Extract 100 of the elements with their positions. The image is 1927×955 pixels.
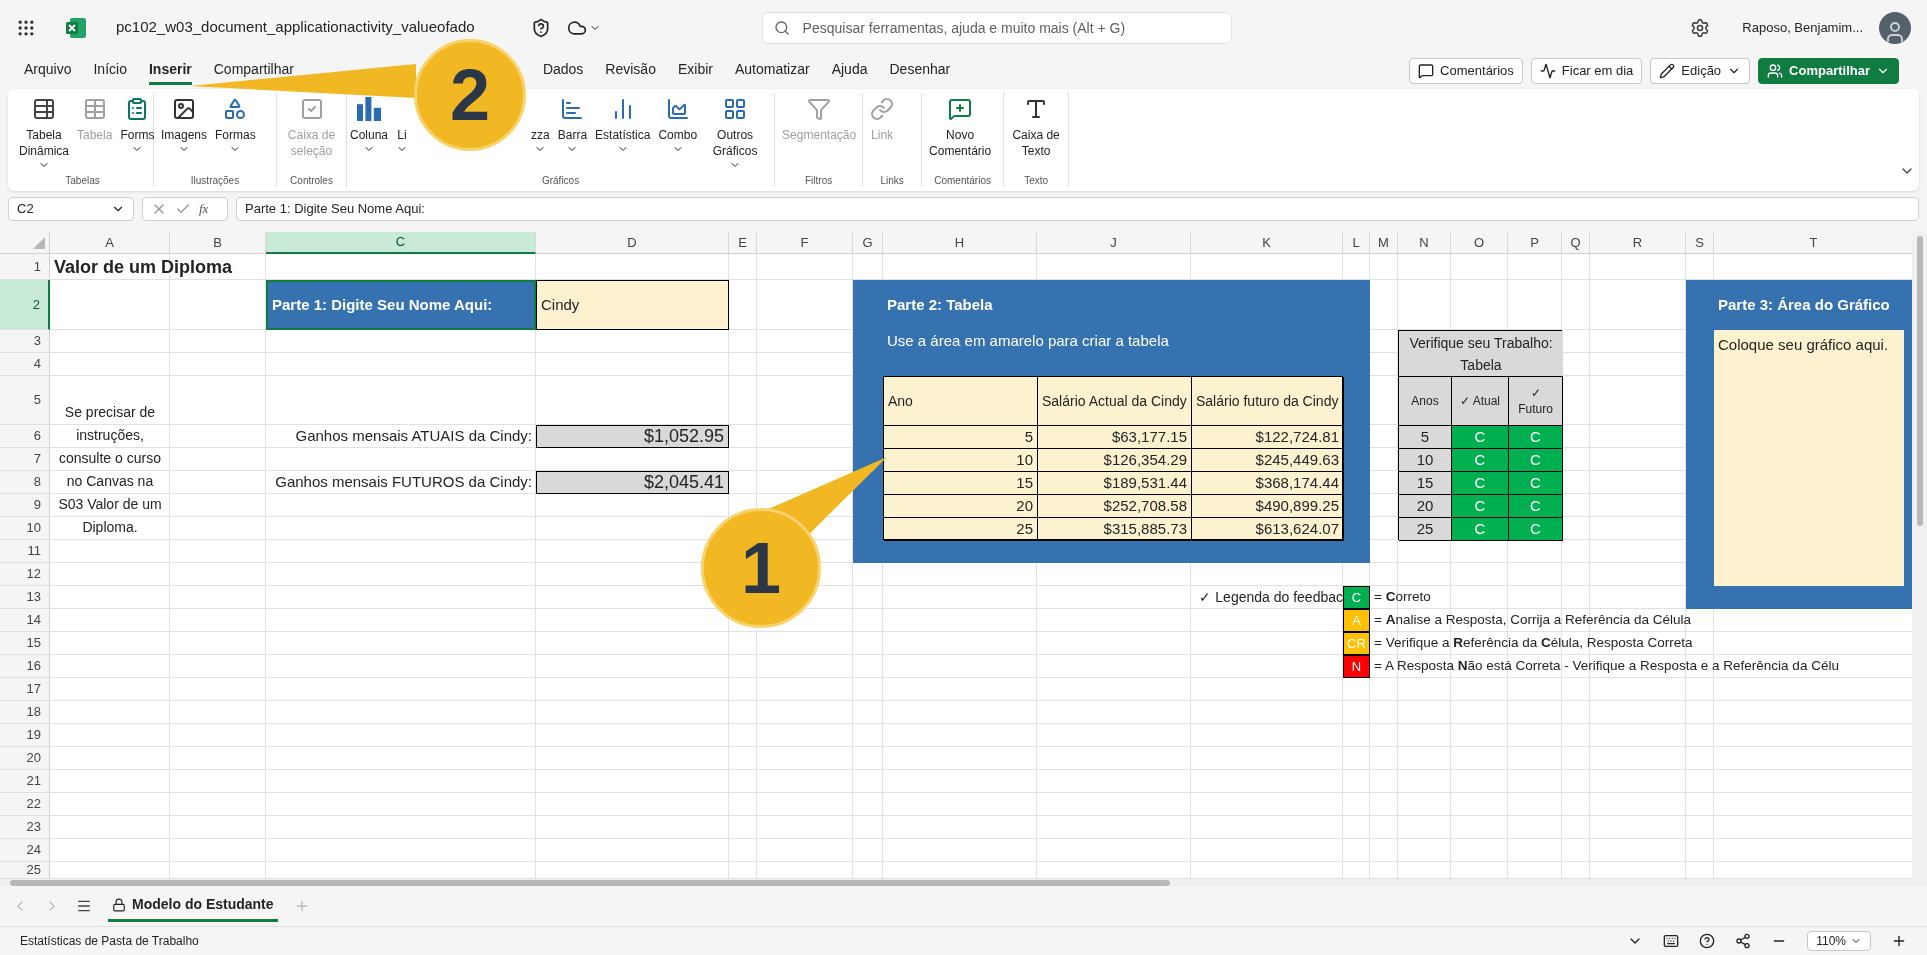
menu-tab[interactable]: Dados (542, 57, 584, 85)
column-header[interactable]: N (1398, 232, 1451, 254)
ribbon-button[interactable]: Estatística (592, 97, 654, 155)
chart-area[interactable]: Coloque seu gráfico aqui. (1714, 330, 1904, 586)
ribbon-button[interactable]: Li (393, 127, 412, 155)
row-header[interactable]: 8 (0, 471, 50, 494)
sheet-tab[interactable]: Modelo do Estudante (108, 890, 278, 922)
header-button[interactable]: Ficar em dia (1530, 58, 1643, 84)
search-field[interactable]: Pesquisar ferramentas, ajuda e muito mais (Alt + G) (761, 11, 1232, 44)
row-header[interactable]: 25 (0, 862, 50, 879)
earnings-value-cell[interactable]: $2,045.41 (536, 471, 729, 494)
row-header[interactable]: 22 (0, 793, 50, 816)
column-header[interactable]: S (1686, 232, 1714, 254)
settings-icon[interactable] (1690, 17, 1711, 38)
column-header[interactable]: T (1714, 232, 1912, 254)
column-header[interactable]: H (883, 232, 1037, 254)
instructions-text: Se precisar de instruções, consulte o curso no Canvas na S03 Valor de um Diploma. (57, 402, 163, 537)
header-button[interactable]: Edição (1650, 58, 1751, 84)
row-header[interactable]: 10 (0, 517, 50, 540)
row-header[interactable]: 6 (0, 425, 50, 448)
menu-tab[interactable]: Revisão (605, 57, 656, 85)
ribbon-button[interactable]: Tabela Dinâmica (16, 97, 72, 171)
zoom-dropdown[interactable]: 110% (1807, 931, 1871, 951)
table-cell: 10 (884, 449, 1038, 472)
menu-tab[interactable]: Ajuda (831, 57, 868, 85)
ribbon-button[interactable]: Novo Comentário (926, 97, 995, 159)
menu-tab[interactable]: Início (93, 57, 127, 85)
row-header[interactable]: 19 (0, 724, 50, 747)
function-label[interactable]: fx (199, 199, 209, 219)
row-header[interactable]: 12 (0, 563, 50, 586)
menu-tab[interactable]: Arquivo (24, 57, 72, 85)
ribbon-button[interactable]: Formas (212, 97, 259, 155)
horizontal-scrollbar[interactable] (10, 879, 1170, 886)
menu-tab[interactable]: Automatizar (734, 57, 810, 85)
row-header[interactable]: 3 (0, 330, 50, 353)
column-header[interactable]: Q (1562, 232, 1590, 254)
row-header[interactable]: 24 (0, 839, 50, 862)
column-header[interactable]: M (1370, 232, 1398, 254)
ribbon-button[interactable]: Barra (554, 97, 591, 155)
row-header[interactable]: 16 (0, 655, 50, 678)
row-header[interactable]: 18 (0, 701, 50, 724)
row-header[interactable]: 14 (0, 609, 50, 632)
keyboard-icon[interactable] (1663, 933, 1680, 949)
table-header-cell: Ano (884, 377, 1038, 426)
document-title[interactable]: pc102_w03_document_applicationactivity_valueofado (116, 16, 475, 39)
row-header[interactable]: 5 (0, 376, 50, 425)
row-header[interactable]: 17 (0, 678, 50, 701)
column-header[interactable]: P (1508, 232, 1562, 254)
ribbon-button[interactable]: Caixa de Texto (1008, 97, 1065, 159)
column-header[interactable]: R (1590, 232, 1686, 254)
column-header[interactable]: C (266, 232, 536, 254)
column-header[interactable]: L (1343, 232, 1370, 254)
user-name[interactable]: Raposo, Benjamim... (1742, 17, 1863, 38)
row-header[interactable]: 11 (0, 540, 50, 563)
row-header[interactable]: 21 (0, 770, 50, 793)
column-header[interactable]: D (536, 232, 729, 254)
row-header[interactable]: 15 (0, 632, 50, 655)
excel-logo-icon[interactable] (64, 15, 88, 40)
ribbon-button[interactable]: Outros Gráficos (702, 97, 769, 171)
column-header[interactable]: G (853, 232, 883, 254)
ribbon-button[interactable]: Coluna (347, 97, 392, 155)
ribbon-button[interactable]: zza (528, 127, 553, 155)
panel-title: Parte 2: Tabela (887, 294, 993, 315)
lock-icon (112, 897, 126, 912)
name-input-cell[interactable]: Cindy (536, 280, 729, 330)
earnings-value-cell[interactable]: $1,052.95 (536, 425, 729, 448)
ribbon-button[interactable]: Forms (117, 97, 158, 155)
row-header[interactable]: 20 (0, 747, 50, 770)
menu-tab[interactable]: Exibir (677, 57, 713, 85)
ribbon-button[interactable]: Imagens (158, 97, 211, 155)
column-header[interactable]: B (170, 232, 266, 254)
row-header[interactable]: 1 (0, 254, 50, 280)
column-header[interactable]: E (729, 232, 757, 254)
share-button[interactable]: Compartilhar (1758, 58, 1899, 84)
row-header[interactable]: 13 (0, 586, 50, 609)
column-header[interactable]: F (757, 232, 853, 254)
row-header[interactable]: 23 (0, 816, 50, 839)
column-header[interactable]: J (1037, 232, 1191, 254)
table-cell: $63,177.15 (1038, 426, 1192, 449)
column-header[interactable]: K (1191, 232, 1343, 254)
zoom-in-icon[interactable] (1891, 933, 1907, 949)
header-button[interactable]: Comentários (1409, 58, 1523, 84)
row-header[interactable]: 7 (0, 448, 50, 471)
part1-label-cell[interactable]: Parte 1: Digite Seu Nome Aqui: (266, 280, 536, 330)
avatar[interactable] (1879, 11, 1911, 44)
vertical-scrollbar[interactable] (1916, 236, 1923, 526)
column-header[interactable]: A (50, 232, 170, 254)
column-header[interactable]: O (1451, 232, 1508, 254)
row-header[interactable]: 4 (0, 353, 50, 376)
status-text[interactable]: Estatísticas de Pasta de Trabalho (20, 932, 199, 950)
menu-icon[interactable] (76, 898, 92, 914)
name-box[interactable]: C2 (8, 197, 134, 221)
help-icon[interactable] (1699, 933, 1716, 949)
row-header[interactable]: 9 (0, 494, 50, 517)
menu-tab[interactable]: Desenhar (889, 57, 951, 85)
ribbon-button[interactable]: Combo (655, 97, 701, 155)
menu-tab[interactable]: Inserir (148, 57, 192, 85)
row-header[interactable]: 2 (0, 280, 50, 330)
formula-field[interactable]: Parte 1: Digite Seu Nome Aqui: (236, 197, 1919, 221)
share-icon[interactable] (1735, 933, 1752, 949)
